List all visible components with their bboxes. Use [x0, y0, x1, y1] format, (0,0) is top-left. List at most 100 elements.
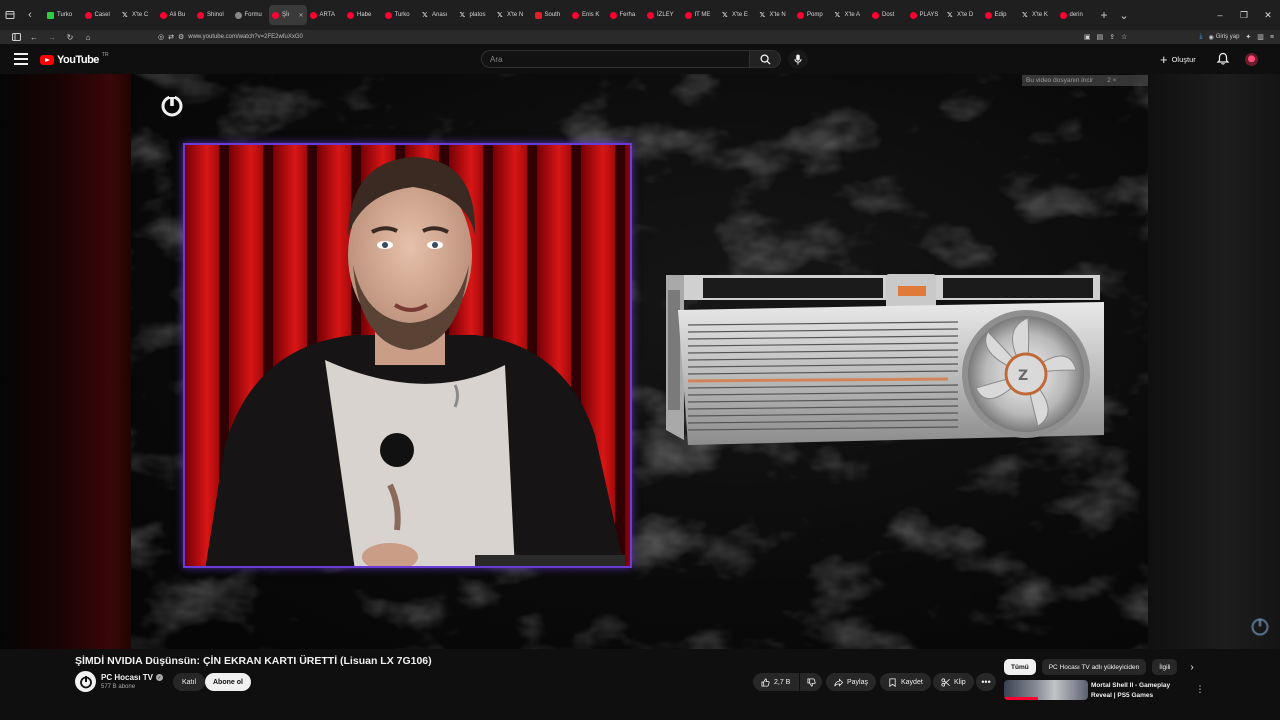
youtube-icon: [197, 11, 204, 19]
browser-tab[interactable]: South: [532, 5, 570, 25]
recommendation-menu-icon[interactable]: ⋮: [1194, 682, 1206, 696]
browser-tab-label: platos: [469, 12, 486, 18]
browser-tab[interactable]: 𝕏platos: [457, 5, 495, 25]
browser-tab[interactable]: IT ME: [682, 5, 720, 25]
signin-button[interactable]: ◉ Giriş yap: [1208, 34, 1239, 41]
user-avatar[interactable]: [1245, 53, 1258, 66]
voice-search-button[interactable]: [788, 50, 808, 68]
browser-tab[interactable]: 𝕏 X'te K: [1019, 5, 1057, 25]
channel-avatar[interactable]: [75, 671, 96, 692]
video-player[interactable]: Bu video dosyanın incir 2 × Z: [0, 74, 1280, 649]
browser-tab[interactable]: 𝕏 X'te D: [944, 5, 982, 25]
site-info-icon[interactable]: ◎: [158, 33, 164, 41]
recommendation-title[interactable]: Mortal Shell II - Gameplay Reveal | PS5 …: [1091, 681, 1186, 701]
browser-tab[interactable]: Pomp: [794, 5, 832, 25]
browser-tab[interactable]: Şİı ✕: [269, 5, 307, 25]
more-dots-icon: •••: [981, 677, 991, 687]
plus-icon: +: [1160, 51, 1168, 67]
menu-icon[interactable]: ≡: [1270, 34, 1274, 41]
browser-tab-label: X'te K: [1032, 12, 1048, 18]
channel-name[interactable]: PC Hocası TV ✓: [101, 673, 164, 682]
youtube-logo[interactable]: YouTube TR: [40, 52, 109, 66]
picture-in-picture-icon[interactable]: ▣: [1084, 33, 1091, 41]
youtube-icon: [797, 11, 804, 19]
browser-tab[interactable]: 𝕏 X'te A: [832, 5, 870, 25]
browser-tab[interactable]: Enis K: [569, 5, 607, 25]
browser-tab[interactable]: Turko: [382, 5, 420, 25]
reader-view-icon[interactable]: ▤: [1097, 33, 1104, 41]
info-annotation[interactable]: Bu video dosyanın incir 2 ×: [1022, 75, 1148, 86]
browser-tab[interactable]: 𝕏 X'te E: [719, 5, 757, 25]
maximize-button[interactable]: ❐: [1232, 10, 1256, 21]
browser-tab[interactable]: Ali Bu: [157, 5, 195, 25]
browser-tab-label: X'te N: [507, 12, 524, 18]
browser-tab[interactable]: Turko: [44, 5, 82, 25]
clip-button[interactable]: Klip: [933, 673, 974, 691]
browser-tab[interactable]: İZLEY: [644, 5, 682, 25]
like-button[interactable]: 2,7 B: [753, 673, 799, 691]
filter-chip[interactable]: İlgili: [1152, 659, 1178, 675]
browser-tab[interactable]: Edip: [982, 5, 1020, 25]
filter-chip[interactable]: Tümü: [1004, 659, 1036, 675]
reload-icon[interactable]: ↻: [62, 30, 78, 44]
bookmark-icon: [889, 677, 896, 687]
create-button[interactable]: + Oluştur: [1160, 51, 1196, 67]
browser-tab-label: X'te D: [957, 12, 974, 18]
graphics-card-image: Z: [666, 274, 1104, 445]
channel-name-text[interactable]: PC Hocası TV: [101, 673, 153, 682]
browser-tab[interactable]: Shinol: [194, 5, 232, 25]
browser-tab[interactable]: Formu: [232, 5, 270, 25]
forward-icon[interactable]: →: [44, 30, 60, 44]
youtube-icon: [384, 11, 392, 19]
browser-tab[interactable]: Dost: [869, 5, 907, 25]
downloads-icon[interactable]: ⤓: [1199, 33, 1202, 41]
extensions-icon[interactable]: ✦: [1245, 33, 1251, 41]
chevron-right-icon[interactable]: ›: [1186, 661, 1198, 673]
sidebar-panel-icon[interactable]: ▥: [1257, 33, 1264, 41]
browser-tab[interactable]: derin: [1057, 5, 1095, 25]
permissions-icon[interactable]: ⚙: [178, 33, 184, 41]
home-icon[interactable]: ⌂: [80, 30, 96, 44]
sidebar-toggle-icon[interactable]: [8, 30, 24, 44]
browser-tab[interactable]: Habe: [344, 5, 382, 25]
share-label: Paylaş: [847, 678, 869, 686]
annotation-close[interactable]: 2 ×: [1107, 77, 1116, 84]
url-field[interactable]: ◎ ⇄ ⚙ www.youtube.com/watch?v=2FE2wfuXxG…: [158, 30, 303, 44]
browser-tab[interactable]: 𝕏 X'te C: [119, 5, 157, 25]
bookmark-star-icon[interactable]: ☆: [1121, 33, 1127, 41]
search-input[interactable]: Ara: [481, 50, 749, 68]
guide-menu-icon[interactable]: [14, 53, 28, 65]
save-button[interactable]: Kaydet: [880, 673, 931, 691]
subscribe-button[interactable]: Abone ol: [205, 673, 251, 691]
recommendation-thumbnail[interactable]: [1004, 680, 1088, 700]
search-button[interactable]: [749, 50, 781, 68]
browser-tab[interactable]: 𝕏 X'te N: [494, 5, 532, 25]
new-tab-button[interactable]: +: [1094, 5, 1114, 25]
join-button[interactable]: Katıl: [173, 673, 206, 691]
browser-tab[interactable]: 𝕏 X'te N: [757, 5, 795, 25]
minimize-button[interactable]: –: [1208, 10, 1232, 20]
url-text[interactable]: www.youtube.com/watch?v=2FE2wfuXxG0: [188, 34, 303, 40]
filter-chip[interactable]: PC Hocası TV adlı yükleyiciden: [1041, 659, 1147, 675]
signin-label: Giriş yap: [1215, 34, 1240, 40]
tab-scroll-left-icon[interactable]: ‹: [20, 5, 40, 25]
browser-tab[interactable]: ARTA: [307, 5, 345, 25]
share-button[interactable]: Paylaş: [826, 673, 877, 691]
presenter-illustration: [185, 145, 630, 566]
tab-actions-icon[interactable]: [0, 5, 20, 25]
browser-tab-label: X'te C: [132, 12, 149, 18]
browser-tab[interactable]: 𝕏 Anası: [419, 5, 457, 25]
more-actions-button[interactable]: •••: [976, 673, 996, 691]
dislike-button[interactable]: [800, 673, 822, 691]
browser-tab[interactable]: Ferha: [607, 5, 645, 25]
share-page-icon[interactable]: ⇪: [1109, 33, 1115, 41]
browser-tab[interactable]: PLAYS: [907, 5, 945, 25]
close-tab-icon[interactable]: ✕: [298, 12, 303, 19]
close-window-button[interactable]: ✕: [1256, 10, 1280, 21]
browser-tab[interactable]: Casel: [82, 5, 120, 25]
tab-search-icon[interactable]: ⌄: [1114, 5, 1134, 25]
browser-tab-label: Enis K: [582, 12, 600, 18]
tracking-icon[interactable]: ⇄: [168, 33, 174, 41]
back-icon[interactable]: ←: [26, 30, 42, 44]
notifications-bell-icon[interactable]: [1216, 52, 1230, 66]
